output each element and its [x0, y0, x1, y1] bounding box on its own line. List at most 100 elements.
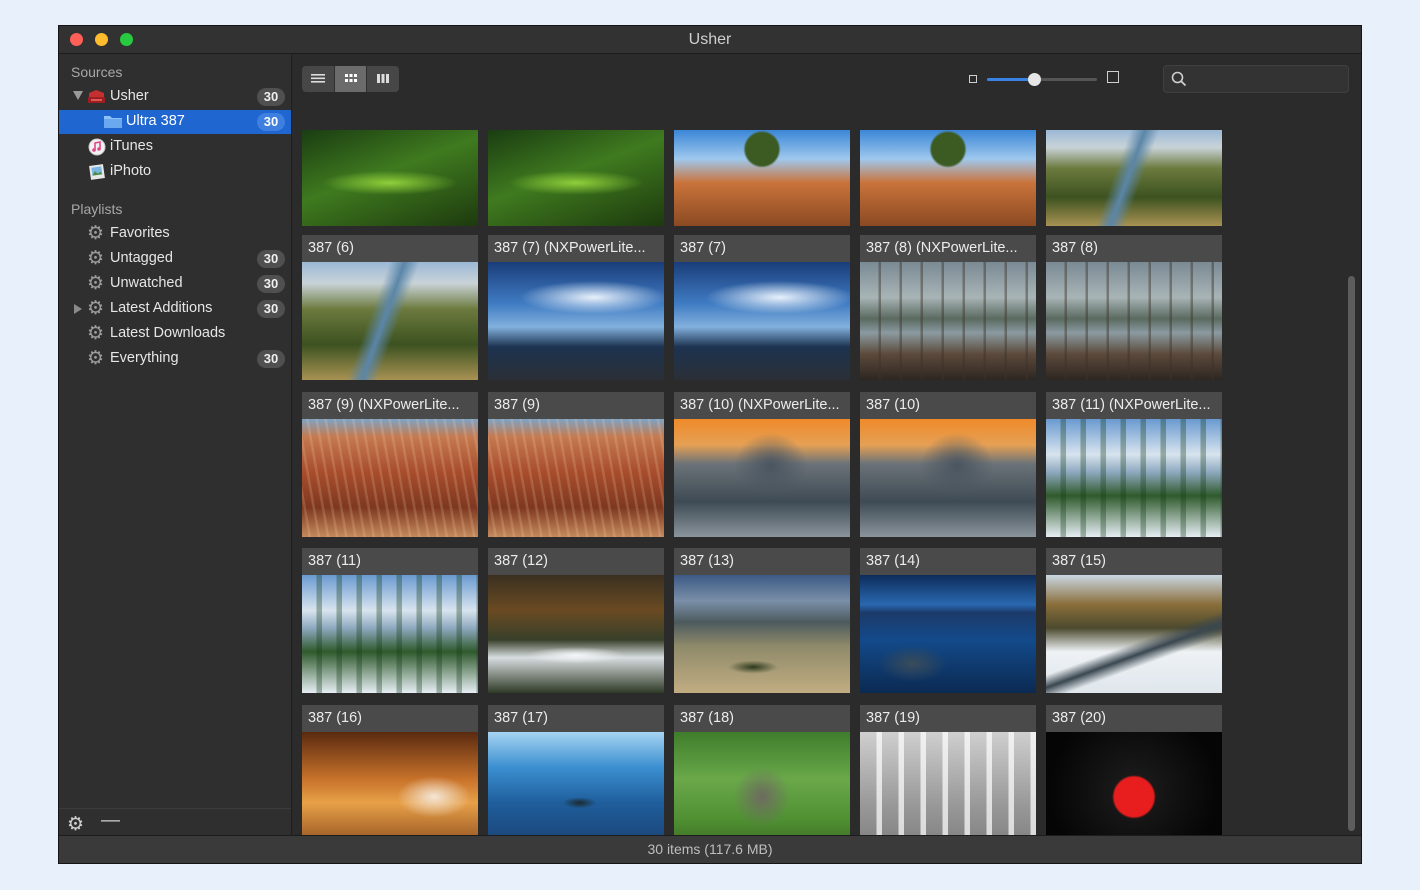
photo-thumbnail-card[interactable]: 387 (9)	[488, 392, 664, 537]
thumbnail-caption: 387 (17)	[488, 705, 664, 732]
sidebar-item-latest-additions[interactable]: ⚙ Latest Additions 30	[59, 297, 291, 321]
thumbnail-caption: 387 (19)	[860, 705, 1036, 732]
sources-heading: Sources	[71, 64, 123, 80]
photo-thumbnail-card[interactable]	[860, 130, 1036, 226]
photo-thumbnail-card[interactable]: 387 (14)	[860, 548, 1036, 693]
gear-icon: ⚙	[87, 273, 105, 294]
photo-thumbnail-card[interactable]: 387 (11)	[302, 548, 478, 693]
thumbnail-caption: 387 (7)	[674, 235, 850, 262]
photo-thumbnail[interactable]	[674, 419, 850, 537]
count-badge: 30	[257, 113, 285, 131]
list-view-icon	[311, 74, 325, 83]
photo-thumbnail-card[interactable]: 387 (8) (NXPowerLite...	[860, 235, 1036, 380]
photo-thumbnail-card[interactable]: 387 (13)	[674, 548, 850, 693]
thumbnail-size-slider[interactable]	[987, 73, 1097, 86]
photo-thumbnail-card[interactable]: 387 (7)	[674, 235, 850, 380]
photo-thumbnail[interactable]	[674, 262, 850, 380]
photo-thumbnail-card[interactable]: 387 (7) (NXPowerLite...	[488, 235, 664, 380]
sidebar-item-iphoto[interactable]: iPhoto	[59, 160, 291, 184]
photo-thumbnail-card[interactable]: 387 (9) (NXPowerLite...	[302, 392, 478, 537]
slider-knob[interactable]	[1028, 73, 1042, 86]
photo-thumbnail-card[interactable]	[674, 130, 850, 226]
photo-thumbnail[interactable]	[488, 732, 664, 837]
photo-thumbnail[interactable]	[1046, 419, 1222, 537]
photo-thumbnail[interactable]	[302, 130, 478, 226]
thumbnail-caption: 387 (15)	[1046, 548, 1222, 575]
sidebar-item-ultra-387[interactable]: Ultra 387 30	[59, 110, 291, 134]
sidebar-item-label: Untagged	[110, 250, 173, 266]
slider-fill	[987, 78, 1035, 81]
vertical-scrollbar[interactable]	[1348, 276, 1355, 831]
photo-thumbnail-card[interactable]: 387 (10) (NXPowerLite...	[674, 392, 850, 537]
photo-thumbnail[interactable]	[1046, 732, 1222, 837]
photo-thumbnail[interactable]	[302, 732, 478, 837]
photo-thumbnail[interactable]	[302, 419, 478, 537]
photo-thumbnail-card[interactable]: 387 (16)	[302, 705, 478, 837]
photo-thumbnail[interactable]	[1046, 130, 1222, 226]
photo-thumbnail-card[interactable]: 387 (8)	[1046, 235, 1222, 380]
gear-icon: ⚙	[87, 323, 105, 344]
photo-thumbnail-card[interactable]	[488, 130, 664, 226]
sidebar-item-unwatched[interactable]: ⚙ Unwatched 30	[59, 272, 291, 296]
photo-thumbnail[interactable]	[860, 262, 1036, 380]
photo-thumbnail[interactable]	[488, 130, 664, 226]
photo-thumbnail-card[interactable]: 387 (11) (NXPowerLite...	[1046, 392, 1222, 537]
photo-thumbnail[interactable]	[302, 262, 478, 380]
sidebar-item-latest-downloads[interactable]: ⚙ Latest Downloads	[59, 322, 291, 346]
photo-thumbnail[interactable]	[860, 419, 1036, 537]
column-view-icon	[377, 74, 390, 83]
photo-thumbnail[interactable]	[860, 130, 1036, 226]
disclosure-expanded-icon[interactable]	[73, 91, 83, 100]
photo-thumbnail[interactable]	[674, 732, 850, 837]
photo-thumbnail-card[interactable]: 387 (15)	[1046, 548, 1222, 693]
photo-thumbnail[interactable]	[674, 575, 850, 693]
sidebar-item-usher[interactable]: Usher 30	[59, 85, 291, 109]
photo-thumbnail-card[interactable]: 387 (10)	[860, 392, 1036, 537]
sidebar-item-everything[interactable]: ⚙ Everything 30	[59, 347, 291, 371]
photo-thumbnail-card[interactable]: 387 (18)	[674, 705, 850, 837]
photo-thumbnail[interactable]	[488, 419, 664, 537]
zoom-out-icon[interactable]	[969, 75, 977, 83]
photo-thumbnail[interactable]	[1046, 262, 1222, 380]
sidebar-item-label: Unwatched	[110, 275, 183, 291]
photo-thumbnail[interactable]	[302, 575, 478, 693]
sidebar-item-favorites[interactable]: ⚙ Favorites	[59, 222, 291, 246]
count-badge: 30	[257, 275, 285, 293]
thumbnail-caption: 387 (14)	[860, 548, 1036, 575]
sidebar-footer: ⚙ —	[59, 808, 291, 837]
count-badge: 30	[257, 250, 285, 268]
photo-thumbnail[interactable]	[488, 262, 664, 380]
window-title: Usher	[688, 31, 732, 48]
disclosure-collapsed-icon[interactable]	[74, 304, 82, 314]
photo-thumbnail-card[interactable]	[1046, 130, 1222, 226]
photo-thumbnail-card[interactable]	[302, 130, 478, 226]
sidebar-item-label: Everything	[110, 350, 179, 366]
photo-thumbnail[interactable]	[674, 130, 850, 226]
list-view-button[interactable]	[302, 66, 335, 92]
column-view-button[interactable]	[367, 66, 399, 92]
photo-thumbnail[interactable]	[860, 732, 1036, 837]
search-field[interactable]	[1163, 65, 1349, 93]
sidebar-item-label: Latest Downloads	[110, 325, 226, 341]
photo-thumbnail[interactable]	[1046, 575, 1222, 693]
thumbnail-caption: 387 (10)	[860, 392, 1036, 419]
thumbnail-caption: 387 (6)	[302, 235, 478, 262]
remove-button[interactable]: —	[101, 810, 120, 832]
sidebar-item-untagged[interactable]: ⚙ Untagged 30	[59, 247, 291, 271]
thumbnail-caption: 387 (11)	[302, 548, 478, 575]
zoom-in-icon[interactable]	[1107, 71, 1119, 83]
photo-thumbnail-card[interactable]: 387 (17)	[488, 705, 664, 837]
photo-thumbnail-card[interactable]: 387 (12)	[488, 548, 664, 693]
photo-thumbnail-card[interactable]: 387 (19)	[860, 705, 1036, 837]
settings-gear-button[interactable]: ⚙	[67, 813, 84, 836]
sidebar: Sources Usher 30 Ultra 387 30 iTunes iPh…	[59, 54, 292, 837]
photo-thumbnail[interactable]	[860, 575, 1036, 693]
grid-view-button[interactable]	[334, 66, 368, 92]
thumbnail-caption: 387 (10) (NXPowerLite...	[674, 392, 850, 419]
photo-thumbnail[interactable]	[488, 575, 664, 693]
sidebar-item-itunes[interactable]: iTunes	[59, 135, 291, 159]
thumbnail-caption: 387 (11) (NXPowerLite...	[1046, 392, 1222, 419]
thumbnail-caption: 387 (8) (NXPowerLite...	[860, 235, 1036, 262]
photo-thumbnail-card[interactable]: 387 (20)	[1046, 705, 1222, 837]
photo-thumbnail-card[interactable]: 387 (6)	[302, 235, 478, 380]
